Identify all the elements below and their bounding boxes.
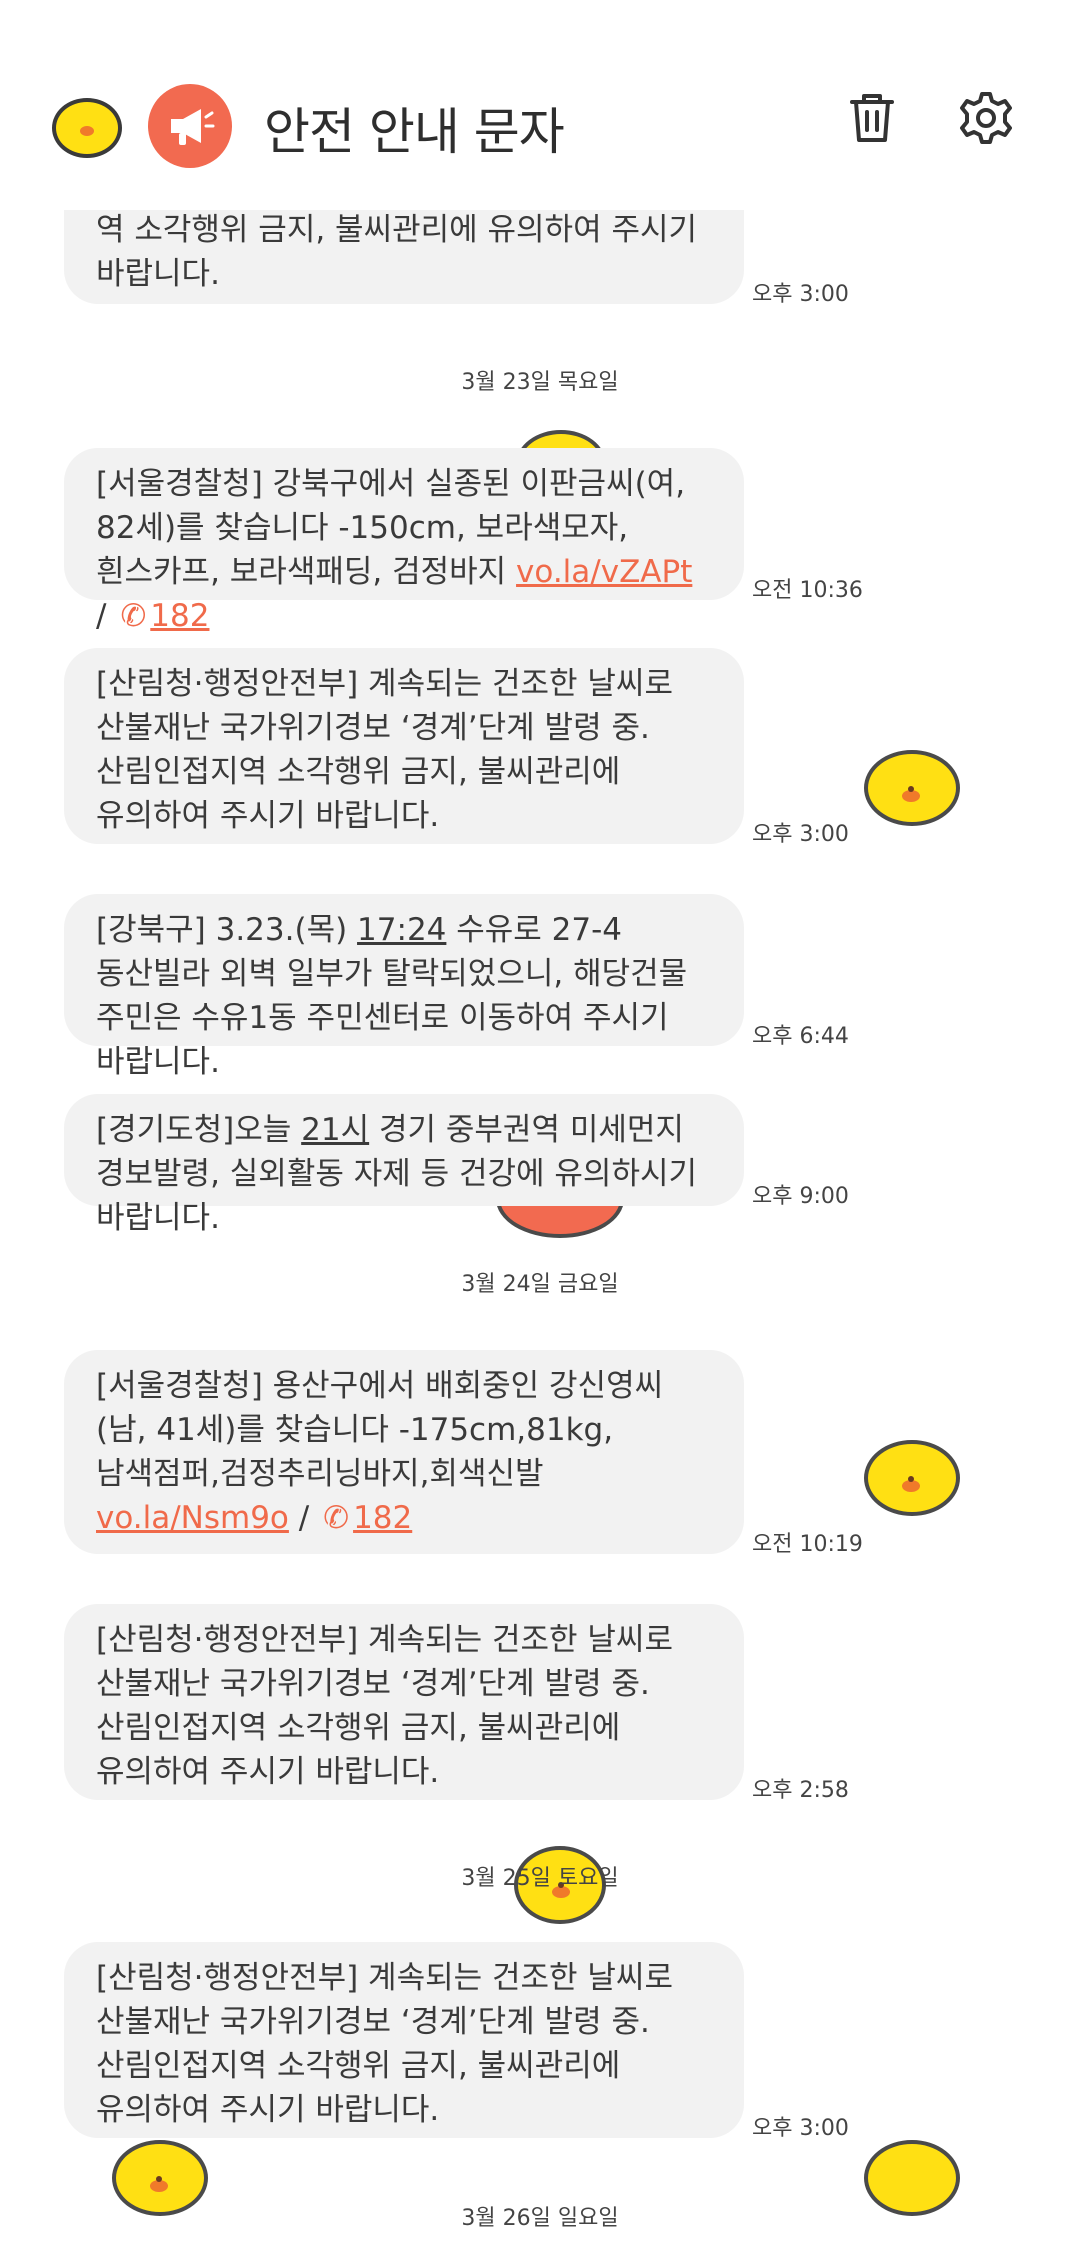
message-time: 오후 2:58 bbox=[752, 1778, 849, 1803]
message-time: 오전 10:19 bbox=[752, 1532, 863, 1557]
date-divider: 3월 25일 토요일 bbox=[461, 1866, 619, 1891]
message-link[interactable]: vo.la/vZAPt bbox=[516, 554, 692, 590]
date-divider: 3월 26일 일요일 bbox=[461, 2206, 619, 2231]
phone-number-link[interactable]: 182 bbox=[353, 1500, 412, 1536]
message-bubble[interactable]: [경기도청]오늘 21시 경기 중부권역 미세먼지 경보발령, 실외활동 자제 … bbox=[64, 1094, 744, 1236]
message-bubble[interactable]: [강북구] 3.23.(목) 17:24 수유로 27-4 동산빌라 외벽 일부… bbox=[64, 894, 744, 1080]
message-time-link[interactable]: 17:24 bbox=[357, 912, 446, 948]
message-time: 오후 9:00 bbox=[752, 1184, 849, 1209]
message-bubble[interactable]: [산림청·행정안전부] 계속되는 건조한 날씨로 산불재난 국가위기경보 ‘경계… bbox=[64, 648, 744, 844]
phone-icon: ✆ bbox=[120, 598, 147, 634]
gear-icon[interactable] bbox=[956, 88, 1016, 148]
app-header: 안전 안내 문자 bbox=[0, 0, 1080, 210]
message-text: 역 소각행위 금지, 불씨관리에 유의하여 주시기 바랍니다. bbox=[96, 212, 698, 292]
trash-icon[interactable] bbox=[842, 88, 902, 148]
message-feed[interactable]: 역 소각행위 금지, 불씨관리에 유의하여 주시기 바랍니다. 오후 3:00 … bbox=[0, 0, 1080, 2266]
message-bubble[interactable]: [산림청·행정안전부] 계속되는 건조한 날씨로 산불재난 국가위기경보 ‘경계… bbox=[64, 1942, 744, 2138]
message-text: [경기도청]오늘 bbox=[96, 1112, 302, 1148]
message-text: [강북구] 3.23.(목) bbox=[96, 912, 358, 948]
message-time: 오후 3:00 bbox=[752, 822, 849, 847]
page-title: 안전 안내 문자 bbox=[264, 103, 565, 161]
message-time: 오후 6:44 bbox=[752, 1024, 849, 1049]
date-divider: 3월 24일 금요일 bbox=[461, 1272, 619, 1297]
link-separator: / bbox=[298, 1500, 310, 1536]
megaphone-icon bbox=[148, 84, 232, 168]
phone-icon: ✆ bbox=[323, 1500, 350, 1536]
message-bubble[interactable]: [서울경찰청] 용산구에서 배회중인 강신영씨(남, 41세)를 찾습니다 -1… bbox=[64, 1350, 744, 1554]
link-separator: / bbox=[96, 598, 107, 634]
message-time: 오전 10:36 bbox=[752, 578, 863, 603]
message-text: [서울경찰청] 용산구에서 배회중인 강신영씨(남, 41세)를 찾습니다 -1… bbox=[96, 1368, 664, 1492]
chick-avatar-icon[interactable] bbox=[52, 98, 122, 158]
message-text: [산림청·행정안전부] 계속되는 건조한 날씨로 산불재난 국가위기경보 ‘경계… bbox=[96, 1622, 673, 1790]
message-text: [산림청·행정안전부] 계속되는 건조한 날씨로 산불재난 국가위기경보 ‘경계… bbox=[96, 1960, 673, 2128]
message-bubble[interactable]: [산림청·행정안전부] 계속되는 건조한 날씨로 산불재난 국가위기경보 ‘경계… bbox=[64, 1604, 744, 1800]
date-divider: 3월 23일 목요일 bbox=[461, 370, 619, 395]
message-text: [산림청·행정안전부] 계속되는 건조한 날씨로 산불재난 국가위기경보 ‘경계… bbox=[96, 666, 673, 834]
message-time: 오후 3:00 bbox=[752, 2116, 849, 2141]
message-time: 오후 3:00 bbox=[752, 282, 849, 307]
phone-number-link[interactable]: 182 bbox=[150, 598, 209, 634]
message-bubble[interactable]: [서울경찰청] 강북구에서 실종된 이판금씨(여, 82세)를 찾습니다 -15… bbox=[64, 448, 744, 634]
message-link[interactable]: vo.la/Nsm9o bbox=[96, 1500, 289, 1536]
message-time-link[interactable]: 21시 bbox=[301, 1112, 369, 1148]
